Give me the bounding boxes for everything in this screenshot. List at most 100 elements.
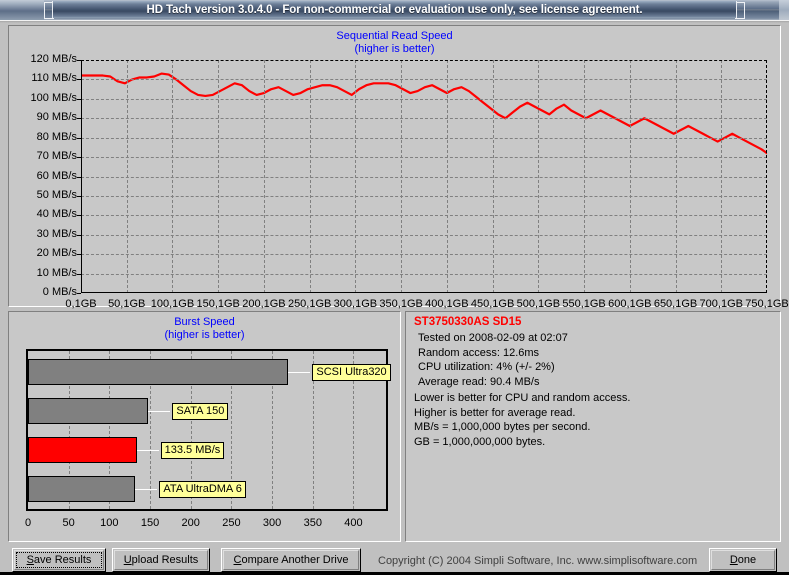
done-button[interactable]: Done [709, 548, 777, 572]
gridline-horizontal [81, 176, 767, 178]
burst-x-tick-label: 100 [100, 517, 119, 529]
y-axis-tick-label: 90 MB/s [36, 111, 77, 124]
drive-note-line: Lower is better for CPU and random acces… [414, 392, 631, 404]
x-axis-tick-label: 700,1GB [699, 298, 743, 310]
copyright-text: Copyright (C) 2004 Simpli Software, Inc.… [378, 555, 698, 567]
drive-note-line: Higher is better for average read. [414, 406, 576, 419]
gridline-vertical [126, 60, 128, 293]
gridline-horizontal [81, 79, 767, 81]
burst-x-tick-label: 250 [222, 517, 241, 529]
window-title: HD Tach version 3.0.4.0 - For non-commer… [146, 3, 643, 16]
drive-info-panel: ST3750330AS SD15 Tested on 2008-02-09 at… [405, 311, 781, 542]
y-axis-tick-label: 80 MB/s [36, 130, 77, 143]
bottom-button-bar: Save Results Upload Results Compare Anot… [0, 545, 789, 575]
gridline-vertical [309, 60, 311, 293]
x-axis-tick-label: 150,1GB [196, 298, 240, 310]
gridline-horizontal [81, 215, 767, 217]
burst-x-tick-label: 150 [140, 517, 160, 529]
gridline-vertical [401, 60, 403, 293]
y-axis-tick-label: 60 MB/s [36, 169, 77, 182]
gridline-horizontal [81, 273, 767, 275]
gridline-vertical [172, 60, 174, 293]
save-results-button[interactable]: Save Results [12, 548, 106, 572]
burst-x-tick-label: 400 [344, 517, 363, 529]
done-label: Done [729, 554, 757, 566]
burst-callout: SCSI Ultra320 [312, 364, 391, 381]
window-title-bar: HD Tach version 3.0.4.0 - For non-commer… [0, 0, 789, 20]
gridline-vertical [675, 60, 677, 293]
burst-x-tick-label: 0 [24, 517, 32, 529]
title-bar-underline [0, 20, 789, 23]
x-axis-tick-label: 500,1GB [516, 298, 561, 310]
burst-bar [28, 398, 149, 424]
y-axis-tick-label: 0 MB/s [42, 286, 77, 298]
drive-stat-line: Tested on 2008-02-09 at 02:07 [418, 332, 568, 344]
burst-callout: SATA 150 [172, 403, 229, 420]
gridline-horizontal [81, 98, 767, 100]
upload-results-button[interactable]: Upload Results [112, 548, 210, 572]
burst-leader-line [136, 450, 159, 451]
burst-leader-line [135, 489, 158, 490]
burst-leader-line [148, 411, 171, 412]
drive-stat-line: Average read: 90.4 MB/s [418, 375, 540, 388]
burst-chart-title-block: Burst Speed (higher is better) [9, 316, 400, 342]
sequential-chart-subtitle: (higher is better) [354, 43, 435, 55]
y-axis-tick-label: 100 MB/s [30, 91, 77, 104]
gridline-vertical [492, 60, 494, 293]
plot-right-border [766, 60, 767, 293]
x-axis-tick-label: 750,1GB [745, 298, 789, 310]
y-axis-tick-label: 10 MB/s [36, 266, 77, 279]
sequential-chart-title-block: Sequential Read Speed (higher is better) [9, 30, 780, 56]
burst-chart-subtitle: (higher is better) [164, 329, 245, 341]
x-axis-tick-label: 450,1GB [470, 298, 515, 310]
x-axis-tick-label: 650,1GB [653, 298, 698, 310]
gridline-vertical [218, 60, 220, 293]
burst-x-tick-label: 50 [62, 517, 75, 529]
gridline-horizontal [81, 157, 767, 159]
drive-notes-list: Lower is better for CPU and random acces… [414, 391, 630, 449]
gridline-vertical [584, 60, 586, 293]
gridline-vertical [446, 60, 448, 293]
sequential-read-panel: Sequential Read Speed (higher is better)… [8, 25, 789, 310]
burst-leader-line [288, 372, 311, 373]
y-axis-line [81, 60, 82, 293]
x-axis-tick-label: 0,1GB [65, 298, 97, 310]
title-bar-left-cap [0, 0, 44, 20]
x-axis-tick-label: 50,1GB [108, 298, 146, 310]
x-axis-tick-label: 550,1GB [562, 298, 606, 310]
y-axis-tick-label: 70 MB/s [36, 150, 77, 163]
gridline-horizontal [81, 118, 767, 120]
gridline-horizontal [81, 137, 767, 139]
save-results-label: Save Results [26, 554, 92, 566]
gridline-vertical [355, 60, 357, 293]
burst-speed-panel: Burst Speed (higher is better) 0 50 100 150… [8, 311, 401, 542]
drive-stat-line: Random access: 12.6ms [418, 346, 540, 359]
burst-x-tick-label: 200 [181, 517, 200, 529]
gridline-vertical [629, 60, 631, 293]
x-axis-line [81, 292, 767, 293]
title-bar-right-cap [779, 0, 789, 20]
drive-note-line: MB/s = 1,000,000 bytes per second. [414, 421, 591, 433]
sequential-read-plot: 0 MB/s 10 MB/s 20 MB/s 30 MB/s 40 MB/s 50 MB/… [31, 53, 789, 310]
y-axis-tick-label: 40 MB/s [36, 208, 77, 221]
y-axis-tick-label: 120 MB/s [30, 53, 77, 65]
y-axis-tick-label: 30 MB/s [36, 227, 77, 240]
drive-model-label: ST3750330AS SD15 [414, 316, 522, 328]
plot-top-border [81, 60, 767, 61]
x-axis-tick-label: 600,1GB [608, 298, 652, 310]
drive-note-line: GB = 1,000,000,000 bytes. [414, 435, 546, 448]
burst-bar [28, 359, 289, 385]
gridline-horizontal [81, 254, 767, 256]
x-axis-tick-label: 300,1GB [333, 298, 378, 310]
hd-tach-window: HD Tach version 3.0.4.0 - For non-commer… [0, 0, 789, 575]
burst-bar [28, 437, 137, 463]
burst-chart-title: Burst Speed [174, 316, 235, 328]
gridline-horizontal [81, 195, 767, 197]
upload-results-label: Upload Results [123, 554, 199, 566]
burst-bar [28, 476, 136, 502]
compare-another-drive-button[interactable]: Compare Another Drive [221, 548, 361, 572]
gridline-horizontal [81, 234, 767, 236]
sequential-chart-title: Sequential Read Speed [336, 30, 453, 42]
y-axis-tick [77, 293, 81, 294]
compare-another-drive-label: Compare Another Drive [233, 554, 349, 566]
